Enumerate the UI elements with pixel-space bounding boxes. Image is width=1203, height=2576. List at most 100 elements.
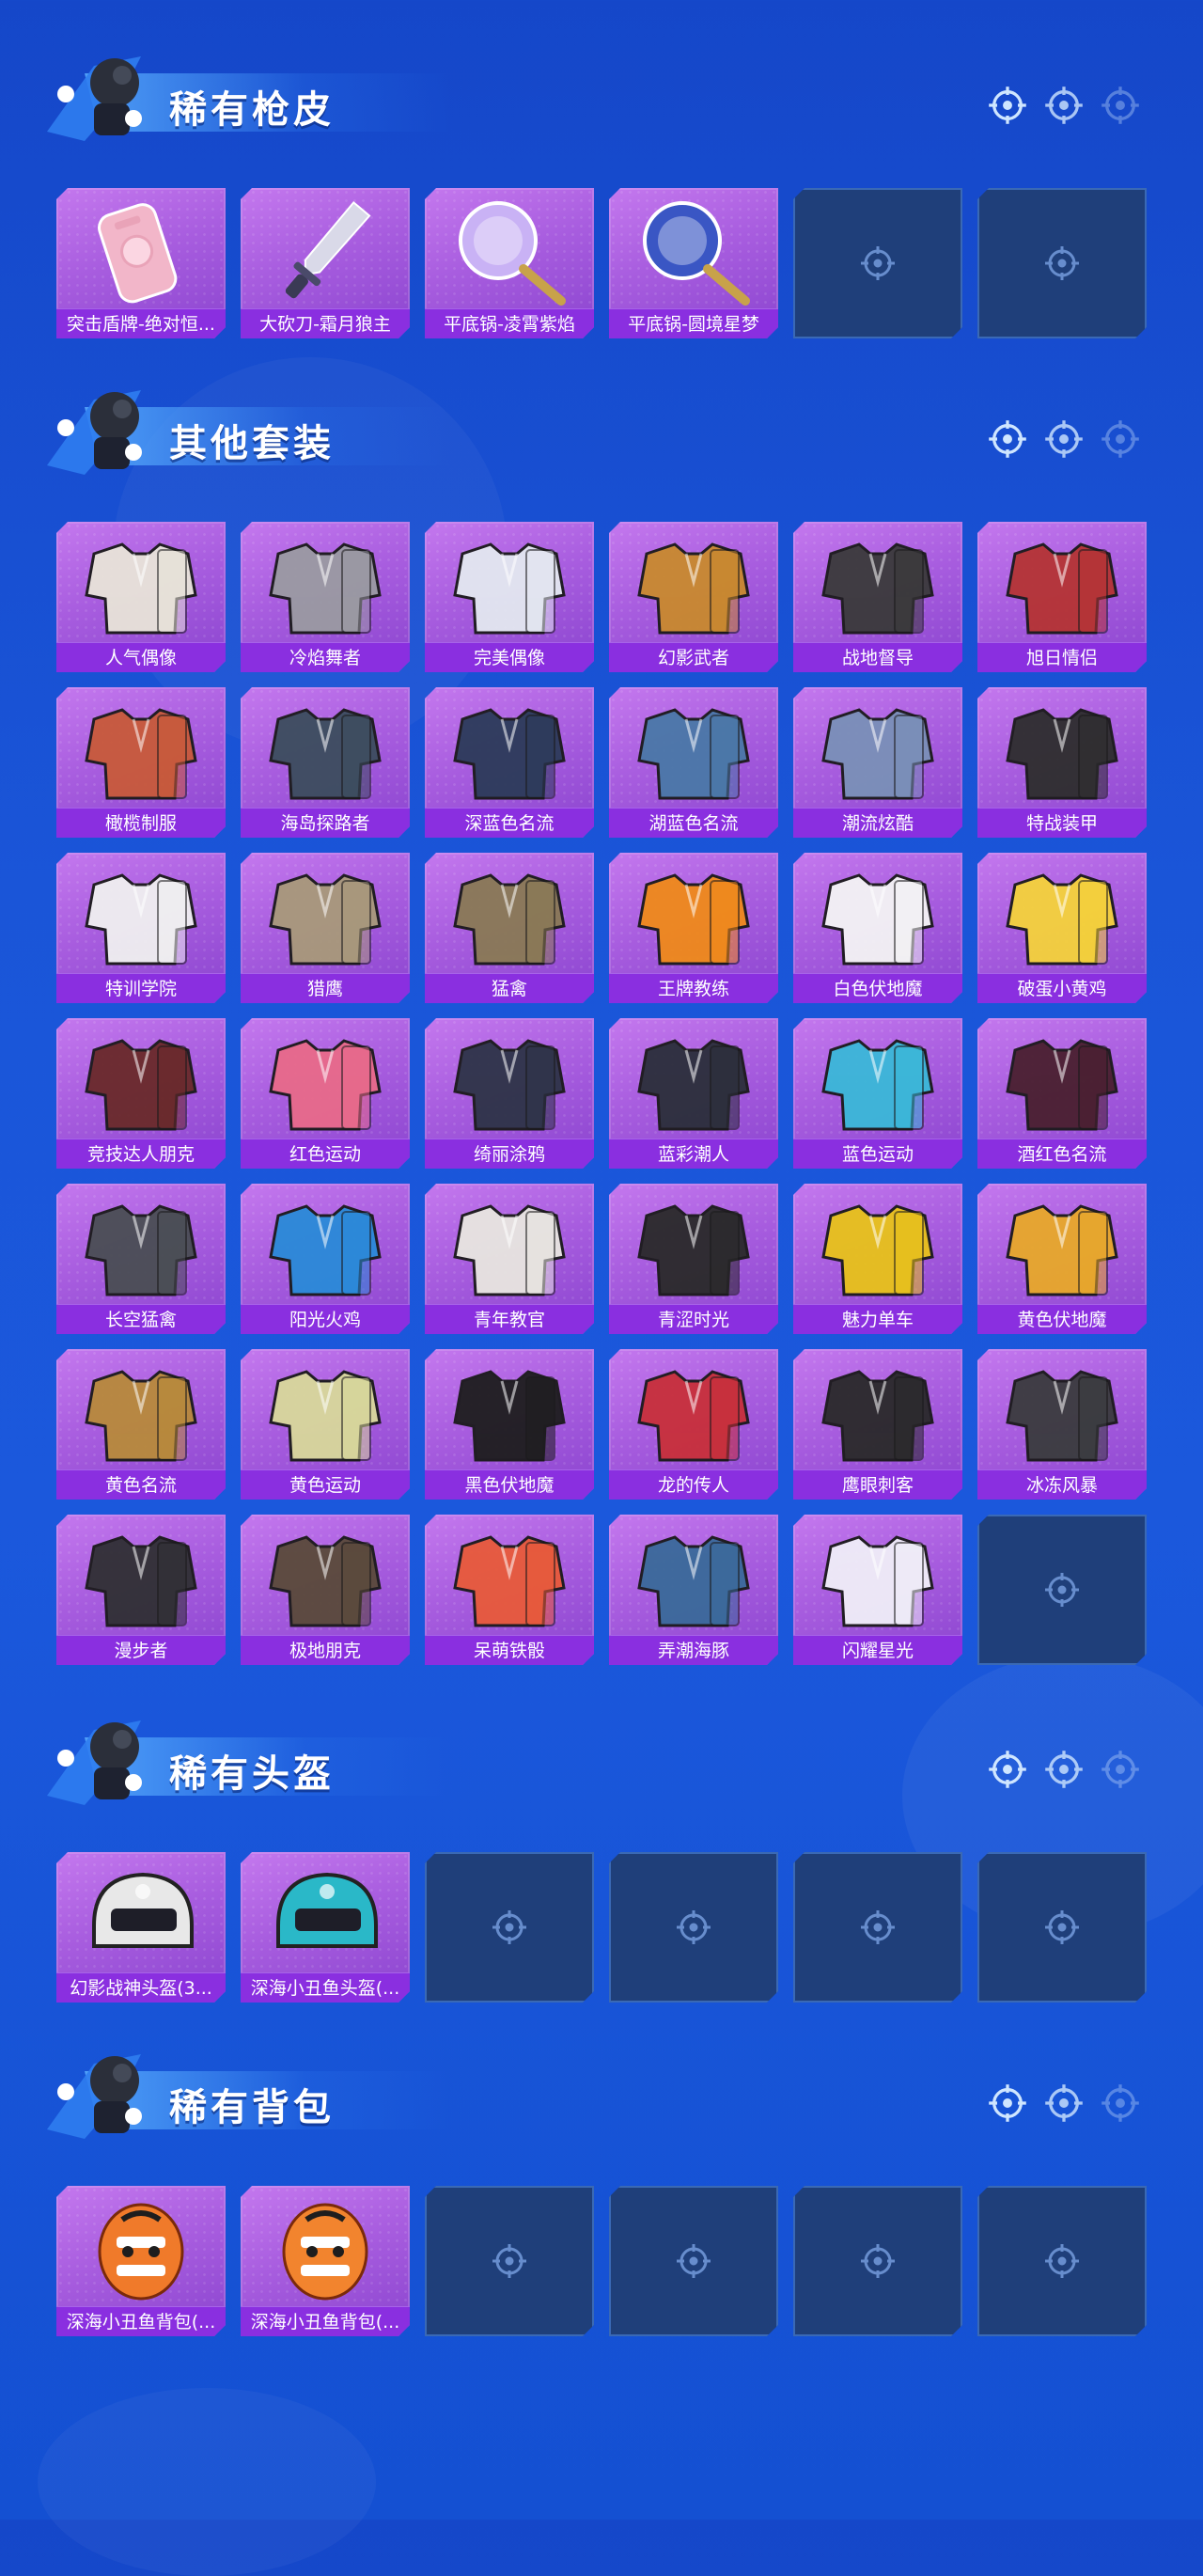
item-label: 呆萌铁骰	[425, 1635, 594, 1665]
item-label: 冷焰舞者	[241, 642, 410, 672]
crosshair-icon	[1100, 418, 1141, 460]
item-label: 湖蓝色名流	[609, 808, 778, 838]
item-card[interactable]: 极地朋克	[241, 1515, 410, 1665]
item-grid: 幻影战神头盔(3... 深海小丑鱼头盔(...	[56, 1852, 1147, 2003]
item-card[interactable]: 冰冻风暴	[977, 1349, 1147, 1500]
item-label: 特战装甲	[977, 808, 1147, 838]
item-card[interactable]: 竞技达人朋克	[56, 1018, 226, 1169]
item-label: 深海小丑鱼背包(...	[241, 2306, 410, 2336]
empty-slot	[977, 2186, 1147, 2336]
item-card[interactable]: 平底锅-圆境星梦	[609, 188, 778, 338]
item-card[interactable]: 王牌教练	[609, 853, 778, 1003]
item-label: 青涩时光	[609, 1304, 778, 1334]
item-label: 漫步者	[56, 1635, 226, 1665]
item-label: 极地朋克	[241, 1635, 410, 1665]
item-label: 弄潮海豚	[609, 1635, 778, 1665]
empty-slot	[977, 1852, 1147, 2003]
item-label: 猛禽	[425, 973, 594, 1003]
item-card[interactable]: 漫步者	[56, 1515, 226, 1665]
item-label: 王牌教练	[609, 973, 778, 1003]
item-card[interactable]: 蓝彩潮人	[609, 1018, 778, 1169]
item-card[interactable]: 旭日情侣	[977, 522, 1147, 672]
item-label: 鹰眼刺客	[793, 1469, 962, 1500]
item-card[interactable]: 破蛋小黄鸡	[977, 853, 1147, 1003]
item-card[interactable]: 黄色伏地魔	[977, 1184, 1147, 1334]
section-title: 其他套装	[169, 422, 335, 465]
item-label: 海岛探路者	[241, 808, 410, 838]
item-card[interactable]: 黄色名流	[56, 1349, 226, 1500]
empty-slot	[609, 1852, 778, 2003]
item-label: 深蓝色名流	[425, 808, 594, 838]
item-label: 旭日情侣	[977, 642, 1147, 672]
section-title: 稀有枪皮	[169, 88, 335, 132]
crosshair-icon	[1100, 85, 1141, 126]
item-card[interactable]: 猛禽	[425, 853, 594, 1003]
item-card[interactable]: 深海小丑鱼背包(...	[241, 2186, 410, 2336]
item-card[interactable]: 青涩时光	[609, 1184, 778, 1334]
item-card[interactable]: 冷焰舞者	[241, 522, 410, 672]
item-card[interactable]: 蓝色运动	[793, 1018, 962, 1169]
mascot-icon	[28, 38, 169, 150]
section-title: 稀有背包	[169, 2086, 335, 2129]
item-card[interactable]: 人气偶像	[56, 522, 226, 672]
crosshair-icon	[987, 1749, 1028, 1790]
item-card[interactable]: 红色运动	[241, 1018, 410, 1169]
item-card[interactable]: 海岛探路者	[241, 687, 410, 838]
item-card[interactable]: 幻影武者	[609, 522, 778, 672]
item-card[interactable]: 绮丽涂鸦	[425, 1018, 594, 1169]
item-card[interactable]: 青年教官	[425, 1184, 594, 1334]
item-card[interactable]: 龙的传人	[609, 1349, 778, 1500]
item-card[interactable]: 深海小丑鱼背包(...	[56, 2186, 226, 2336]
crosshair-decoration	[987, 85, 1175, 132]
crosshair-icon	[1043, 418, 1085, 460]
item-card[interactable]: 白色伏地魔	[793, 853, 962, 1003]
item-card[interactable]: 大砍刀-霜月狼主	[241, 188, 410, 338]
item-card[interactable]: 呆萌铁骰	[425, 1515, 594, 1665]
crosshair-icon	[987, 418, 1028, 460]
item-card[interactable]: 湖蓝色名流	[609, 687, 778, 838]
item-grid: 突击盾牌-绝对恒... 大砍刀-霜月狼主 平底锅-凌霄紫焰 平底锅-圆境星梦	[56, 188, 1147, 338]
empty-slot	[977, 1515, 1147, 1665]
item-card[interactable]: 深蓝色名流	[425, 687, 594, 838]
item-card[interactable]: 橄榄制服	[56, 687, 226, 838]
section-header: 稀有枪皮	[28, 38, 1175, 150]
item-label: 黑色伏地魔	[425, 1469, 594, 1500]
item-label: 阳光火鸡	[241, 1304, 410, 1334]
item-label: 蓝彩潮人	[609, 1139, 778, 1169]
item-card[interactable]: 黑色伏地魔	[425, 1349, 594, 1500]
item-label: 黄色运动	[241, 1469, 410, 1500]
item-card[interactable]: 闪耀星光	[793, 1515, 962, 1665]
item-card[interactable]: 酒红色名流	[977, 1018, 1147, 1169]
item-card[interactable]: 完美偶像	[425, 522, 594, 672]
item-label: 闪耀星光	[793, 1635, 962, 1665]
item-label: 蓝色运动	[793, 1139, 962, 1169]
item-card[interactable]: 平底锅-凌霄紫焰	[425, 188, 594, 338]
item-card[interactable]: 长空猛禽	[56, 1184, 226, 1334]
item-card[interactable]: 黄色运动	[241, 1349, 410, 1500]
section-header: 稀有背包	[28, 2035, 1175, 2148]
item-card[interactable]: 战地督导	[793, 522, 962, 672]
empty-slot	[977, 188, 1147, 338]
item-card[interactable]: 突击盾牌-绝对恒...	[56, 188, 226, 338]
item-label: 橄榄制服	[56, 808, 226, 838]
crosshair-icon	[1100, 1749, 1141, 1790]
mascot-icon	[28, 371, 169, 484]
background-decoration	[38, 2388, 376, 2576]
item-card[interactable]: 阳光火鸡	[241, 1184, 410, 1334]
item-card[interactable]: 鹰眼刺客	[793, 1349, 962, 1500]
item-label: 冰冻风暴	[977, 1469, 1147, 1500]
item-card[interactable]: 幻影战神头盔(3...	[56, 1852, 226, 2003]
item-card[interactable]: 弄潮海豚	[609, 1515, 778, 1665]
item-label: 白色伏地魔	[793, 973, 962, 1003]
item-card[interactable]: 特训学院	[56, 853, 226, 1003]
item-label: 大砍刀-霜月狼主	[241, 308, 410, 338]
item-label: 绮丽涂鸦	[425, 1139, 594, 1169]
item-card[interactable]: 猎鹰	[241, 853, 410, 1003]
item-label: 魅力单车	[793, 1304, 962, 1334]
item-card[interactable]: 潮流炫酷	[793, 687, 962, 838]
crosshair-decoration	[987, 2082, 1175, 2129]
item-card[interactable]: 特战装甲	[977, 687, 1147, 838]
item-card[interactable]: 深海小丑鱼头盔(...	[241, 1852, 410, 2003]
mascot-icon	[28, 1702, 169, 1814]
item-card[interactable]: 魅力单车	[793, 1184, 962, 1334]
